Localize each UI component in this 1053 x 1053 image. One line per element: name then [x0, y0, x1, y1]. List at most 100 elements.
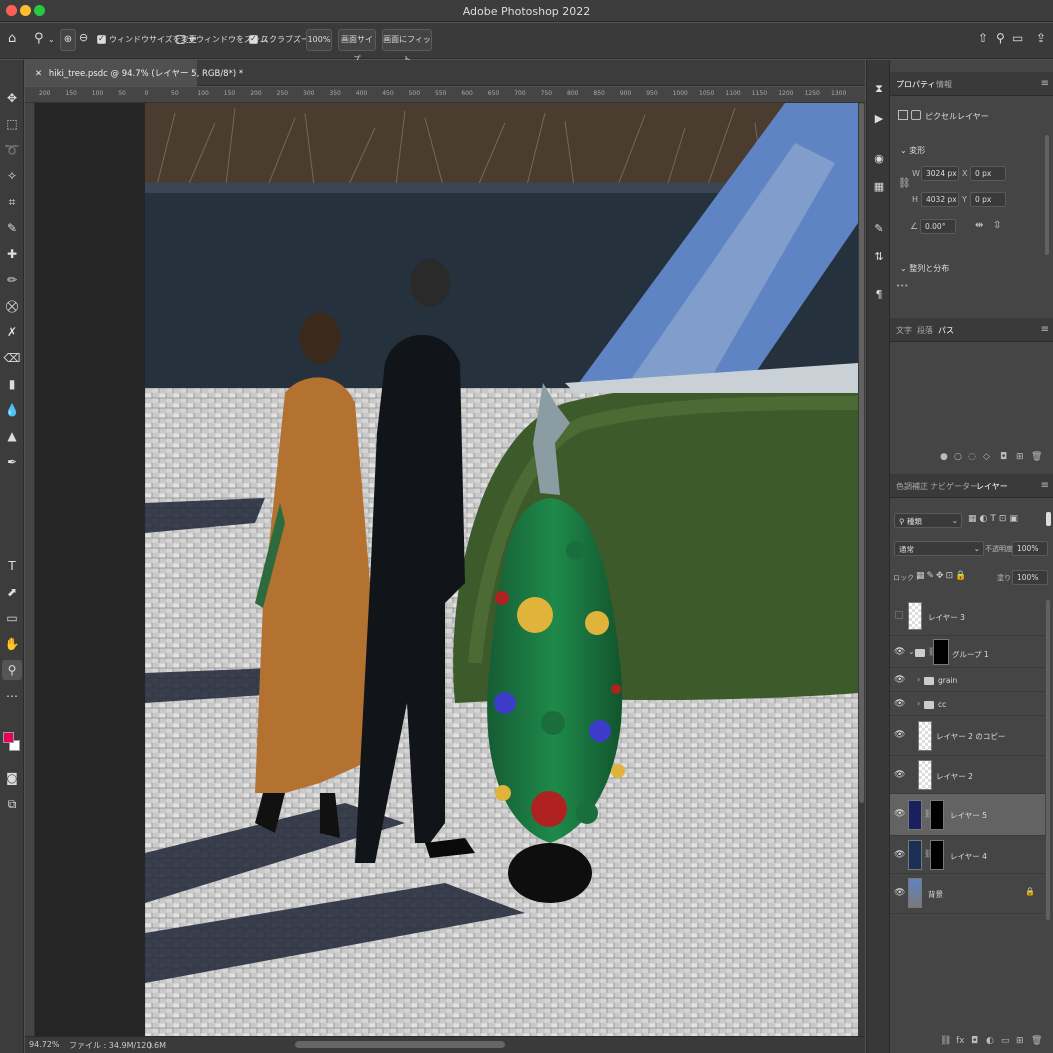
- fill-field[interactable]: 100%: [1012, 570, 1048, 585]
- layer-name[interactable]: レイヤー 5: [950, 810, 987, 821]
- layers-scrollbar[interactable]: [1046, 600, 1050, 920]
- tab-layers[interactable]: レイヤー: [972, 474, 1012, 498]
- layer-name[interactable]: 背景: [928, 889, 943, 900]
- filter-toggle[interactable]: [1046, 512, 1051, 526]
- crop-tool-icon[interactable]: ⌗: [2, 192, 22, 212]
- lock-icon[interactable]: 🔒: [1025, 887, 1035, 896]
- opacity-field[interactable]: 100%: [1012, 541, 1048, 556]
- layer-row[interactable]: 👁 背景 🔒: [890, 874, 1045, 914]
- chevron-right-icon[interactable]: ›: [917, 675, 920, 684]
- close-tab-icon[interactable]: ✕: [35, 69, 42, 79]
- search-icon[interactable]: ⚲: [996, 31, 1005, 45]
- brush-tool-icon[interactable]: ✏: [2, 270, 22, 290]
- eye-icon[interactable]: 👁: [894, 850, 905, 860]
- x-field[interactable]: 0 px: [970, 166, 1006, 181]
- history-brush-tool-icon[interactable]: ✗: [2, 322, 22, 342]
- color-icon[interactable]: ◉: [870, 150, 888, 168]
- healing-brush-tool-icon[interactable]: ✚: [2, 244, 22, 264]
- angle-field[interactable]: 0.00°: [920, 219, 956, 234]
- new-layer-icon[interactable]: ⊞: [1016, 1036, 1024, 1046]
- chevron-right-icon[interactable]: ›: [917, 699, 920, 708]
- more-options[interactable]: •••: [896, 282, 908, 290]
- zoom-all-windows-checkbox[interactable]: [176, 35, 185, 44]
- add-mask-icon[interactable]: ◘: [971, 1036, 978, 1046]
- y-field[interactable]: 0 px: [970, 192, 1006, 207]
- path-selection-tool-icon[interactable]: ⬈: [2, 582, 22, 602]
- layer-row[interactable]: 👁 › grain: [890, 668, 1045, 692]
- fill-path-icon[interactable]: ●: [940, 452, 948, 462]
- tab-adjustments[interactable]: 色調補正: [896, 481, 928, 492]
- tab-info[interactable]: 情報: [936, 79, 952, 90]
- layer-row[interactable]: 👁 › cc: [890, 692, 1045, 716]
- resize-windows-checkbox[interactable]: [97, 34, 106, 44]
- tab-navigator[interactable]: ナビゲーター: [930, 481, 978, 492]
- panel-menu-icon[interactable]: ≡: [1041, 324, 1049, 335]
- transform-section-header[interactable]: ⌄ 変形: [900, 145, 925, 156]
- zoom-in-icon[interactable]: ⊕: [60, 29, 76, 51]
- type-tool-icon[interactable]: T: [2, 556, 22, 576]
- new-path-icon[interactable]: ⊞: [1016, 452, 1024, 462]
- blend-mode-select[interactable]: 通常 ⌄: [894, 541, 984, 556]
- cloud-share-icon[interactable]: ⇧: [978, 31, 988, 45]
- lasso-tool-icon[interactable]: ➰: [2, 140, 22, 160]
- eyedropper-tool-icon[interactable]: ✎: [2, 218, 22, 238]
- status-menu-arrow[interactable]: 〉: [149, 1040, 157, 1051]
- lock-icons[interactable]: ▦✎✥⊡🔒: [916, 571, 968, 581]
- horizontal-scrollbar[interactable]: [295, 1041, 505, 1048]
- layer-name[interactable]: レイヤー 2 のコピー: [936, 731, 1005, 742]
- hand-tool-icon[interactable]: ✋: [2, 634, 22, 654]
- layer-row[interactable]: 👁 ⛓ レイヤー 4: [890, 836, 1045, 874]
- height-field[interactable]: 4032 px: [921, 192, 959, 207]
- zoom-tool-preset-icon[interactable]: ⚲: [34, 31, 44, 46]
- delete-path-icon[interactable]: 🗑: [1031, 452, 1042, 462]
- zoom-out-icon[interactable]: ⊖: [79, 31, 88, 44]
- load-selection-icon[interactable]: ◌: [968, 452, 976, 462]
- layer-style-fx-icon[interactable]: fx: [956, 1036, 965, 1046]
- chevron-down-icon[interactable]: ⌄: [908, 647, 915, 656]
- document-tab[interactable]: ✕ hiki_tree.psdc @ 94.7% (レイヤー 5, RGB/8*…: [25, 60, 243, 86]
- tab-paragraph[interactable]: 段落: [917, 325, 933, 336]
- scrubby-zoom-checkbox[interactable]: [249, 34, 258, 44]
- tab-character[interactable]: 文字: [896, 325, 912, 336]
- eye-icon[interactable]: 👁: [894, 888, 905, 898]
- layer-row[interactable]: 👁 ⌄ ⛓ グループ 1: [890, 636, 1045, 668]
- tab-properties[interactable]: プロパティ: [892, 72, 940, 96]
- mask-icon[interactable]: [911, 110, 921, 120]
- layer-row-selected[interactable]: 👁 ⛓ レイヤー 5: [890, 794, 1045, 836]
- canvas-area[interactable]: [35, 103, 865, 1036]
- layer-name[interactable]: レイヤー 2: [936, 771, 973, 782]
- move-tool-icon[interactable]: ✥: [2, 88, 22, 108]
- eraser-tool-icon[interactable]: ⌫: [2, 348, 22, 368]
- layer-filter-select[interactable]: ⚲ 種類 ⌄: [894, 513, 962, 528]
- zoom-level[interactable]: 94.72%: [29, 1040, 60, 1049]
- blur-tool-icon[interactable]: 💧: [2, 400, 22, 420]
- stroke-path-icon[interactable]: ○: [954, 452, 962, 462]
- flip-vertical-icon[interactable]: ⇳: [993, 220, 1001, 231]
- home-icon[interactable]: ⌂: [8, 31, 16, 46]
- chevron-down-icon[interactable]: ⌄: [48, 35, 55, 44]
- layer-name[interactable]: cc: [938, 700, 946, 709]
- fit-screen-button[interactable]: 画面サイズ: [338, 29, 376, 64]
- glyphs-icon[interactable]: ¶: [870, 286, 888, 304]
- pen-tool-icon[interactable]: ✒: [2, 452, 22, 472]
- eye-icon[interactable]: 👁: [894, 647, 905, 657]
- panel-menu-icon[interactable]: ≡: [1041, 480, 1049, 491]
- make-path-icon[interactable]: ◇: [983, 452, 990, 462]
- flip-horizontal-icon[interactable]: ⇹: [975, 220, 983, 231]
- layer-name[interactable]: grain: [938, 676, 957, 685]
- adjust-icon[interactable]: ⇅: [870, 248, 888, 266]
- delete-layer-icon[interactable]: 🗑: [1031, 1036, 1042, 1046]
- dodge-tool-icon[interactable]: ▲: [2, 426, 22, 446]
- share-icon[interactable]: ⇪: [1036, 31, 1046, 45]
- layer-row[interactable]: 👁 レイヤー 2: [890, 756, 1045, 794]
- brush-settings-icon[interactable]: ✎: [870, 220, 888, 238]
- visibility-toggle[interactable]: [895, 611, 903, 619]
- actions-play-icon[interactable]: ▶: [870, 110, 888, 128]
- shape-tool-icon[interactable]: ▭: [2, 608, 22, 628]
- magic-wand-tool-icon[interactable]: ✧: [2, 166, 22, 186]
- add-mask-icon[interactable]: ◘: [1000, 452, 1007, 462]
- clone-stamp-tool-icon[interactable]: ⛒: [2, 296, 22, 316]
- eye-icon[interactable]: 👁: [894, 809, 905, 819]
- link-layers-icon[interactable]: ⛓: [940, 1036, 951, 1046]
- eye-icon[interactable]: 👁: [894, 675, 905, 685]
